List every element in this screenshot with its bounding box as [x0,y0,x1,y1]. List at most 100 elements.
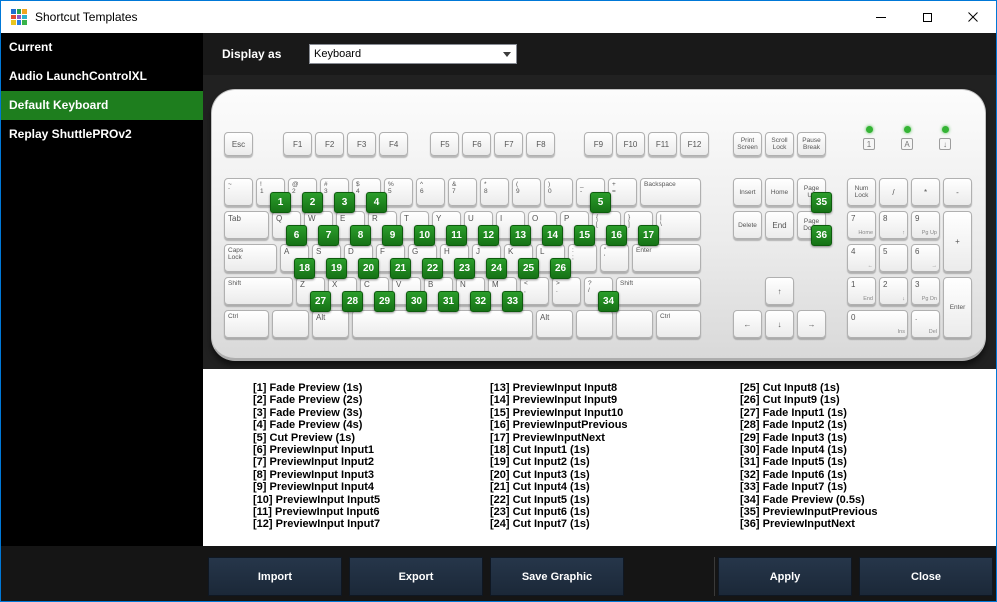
shortcut-number-badge: 14 [542,225,563,246]
maximize-button[interactable] [904,1,950,33]
keyboard-key-j: J 24 [472,244,507,279]
export-button[interactable]: Export [349,557,483,596]
shortcut-number-badge: 23 [454,258,475,279]
keyboard-key-ctrl: Ctrl [224,310,269,338]
shortcut-number-badge: 3 [334,192,355,213]
keyboard-graphic: 1 A ↓ Esc F1 F2 F3 F4 F5 F6 F7 F8 F9 F10 F11 F12 ~ `! 1 1 @… [211,89,986,361]
legend-entry: [10] PreviewInput Input5 [253,493,381,506]
title-bar: Shortcut Templates [1,1,996,33]
keyboard-key-sublabel: Del [928,329,937,335]
keyboard-key-f4: F4 [379,132,409,156]
keyboard-section-arrow-up: ↑ [733,277,794,310]
keyboard-key-f7: F7 [494,132,524,156]
app-icon-square [22,20,27,25]
app-icon-square [11,20,16,25]
keyboard-key-4: $4 4 [352,178,387,213]
keyboard-leds: 1 A ↓ [857,126,957,150]
keyboard-key-backspace: Backspace [640,178,701,206]
keyboard-key-blank: / [879,178,908,206]
legend-column: [25] Cut Input8 (1s) [26] Cut Input9 (1s)… [740,382,878,531]
caps-lock-led [903,126,911,133]
legend-entry: [7] PreviewInput Input2 [253,456,375,469]
shortcut-number-badge: 36 [811,225,832,246]
keyboard-key-blank: :; [568,244,597,272]
keyboard-section-main-fn: Esc F1 F2 F3 F4 F5 F6 F7 F8 F9 F10 F11 F12 [224,132,709,161]
legend-entry: [2] Fade Preview (2s) [253,394,363,407]
scroll-lock-led [941,126,949,133]
keyboard-key-end: End [765,211,794,239]
keyboard-key-blank [272,310,309,338]
keyboard-key-o: O 14 [528,211,563,246]
minimize-button[interactable] [858,1,904,33]
keyboard-key-blank [576,310,613,338]
keyboard-key-f8: F8 [526,132,556,156]
save-graphic-button[interactable]: Save Graphic [490,557,624,596]
shortcut-number-badge: 17 [638,225,659,246]
keyboard-key-blank: " ' [600,244,629,272]
legend-entry: [15] PreviewInput Input10 [490,406,624,419]
keyboard-key-f12: F12 [679,132,709,156]
keyboard-key-8: 8 ↑ [879,211,908,239]
keyboard-key-1: ! 1 1 [256,178,291,213]
legend-entry: [17] PreviewInputNext [490,431,605,444]
shortcut-number-badge: 13 [510,225,531,246]
apply-button[interactable]: Apply [718,557,852,596]
keyboard-key-alt: Alt [536,310,573,338]
legend-entry: [22] Cut Input5 (1s) [490,493,590,506]
keyboard-key-enter: Enter [632,244,701,272]
keyboard-key-3: #3 3 [320,178,355,213]
keyboard-key-w: W7 [304,211,339,246]
legend-entry: [12] PreviewInput Input7 [253,518,381,531]
keyboard-key-blank: {[16 [592,211,627,246]
sidebar-item-audio-launchcontrolxl[interactable]: Audio LaunchControlXL [1,62,203,91]
legend-entry: [9] PreviewInput Input4 [253,481,375,494]
window-title: Shortcut Templates [35,10,138,24]
keyboard-key-scroll-lock: Scroll Lock [765,132,794,156]
shortcut-number-badge: 24 [486,258,507,279]
keyboard-key-9: 9 Pg Up [911,211,940,239]
keyboard-key-ctrl: Ctrl [656,310,701,338]
shortcut-number-badge: 2 [302,192,323,213]
keyboard-key-9: (9 [512,178,541,206]
close-button[interactable]: Close [859,557,993,596]
close-icon [968,12,978,22]
keyboard-key-k: K 25 [504,244,539,279]
keyboard-key-t: T 10 [400,211,435,246]
sidebar-item-default-keyboard[interactable]: Default Keyboard [1,91,203,120]
footer-bar: Import Export Save Graphic Apply Close [1,546,996,601]
legend-entry: [5] Cut Preview (1s) [253,431,356,444]
window-controls [858,1,996,33]
keyboard-key-sublabel: ↓ [902,296,905,302]
keyboard-key-blank: ← [733,310,762,338]
keyboard-key-tab: Tab [224,211,269,239]
keyboard-key-f5: F5 [430,132,460,156]
legend-entry: [27] Fade Input1 (1s) [740,406,847,419]
app-icon-square [22,9,27,14]
display-as-dropdown[interactable]: Keyboard [309,44,517,64]
keyboard-key-e: E8 [336,211,371,246]
keyboard-key-page-down: PageDown36 [797,211,832,246]
legend-entry: [20] Cut Input3 (1s) [490,468,590,481]
keyboard-key-alt: Alt [312,310,349,338]
display-as-bar: Display as Keyboard [203,33,996,75]
keyboard-key-blank [616,310,653,338]
shortcut-number-badge: 4 [366,192,387,213]
sidebar-item-replay-shuttleprov2[interactable]: Replay ShuttlePROv2 [1,120,203,149]
keyboard-key-blank: + = [608,178,637,206]
sidebar-item-current[interactable]: Current [1,33,203,62]
keyboard-key-f1: F1 [283,132,313,156]
legend-entry: [24] Cut Input7 (1s) [490,518,590,531]
legend-entry: [32] Fade Input6 (1s) [740,468,847,481]
keyboard-key-f3: F3 [347,132,377,156]
scroll-lock-icon: ↓ [939,138,951,150]
keyboard-key-y: Y 11 [432,211,467,246]
close-button[interactable] [950,1,996,33]
keyboard-key-f10: F10 [615,132,645,156]
shortcut-number-badge: 11 [446,225,467,246]
keyboard-key-f9: F9 [583,132,613,156]
keyboard-key-0: 0 Ins [847,310,908,338]
keyboard-key-blank: >. [552,277,581,305]
caps-lock-indicator: A [895,126,919,150]
shortcut-number-badge: 6 [286,225,307,246]
import-button[interactable]: Import [208,557,342,596]
